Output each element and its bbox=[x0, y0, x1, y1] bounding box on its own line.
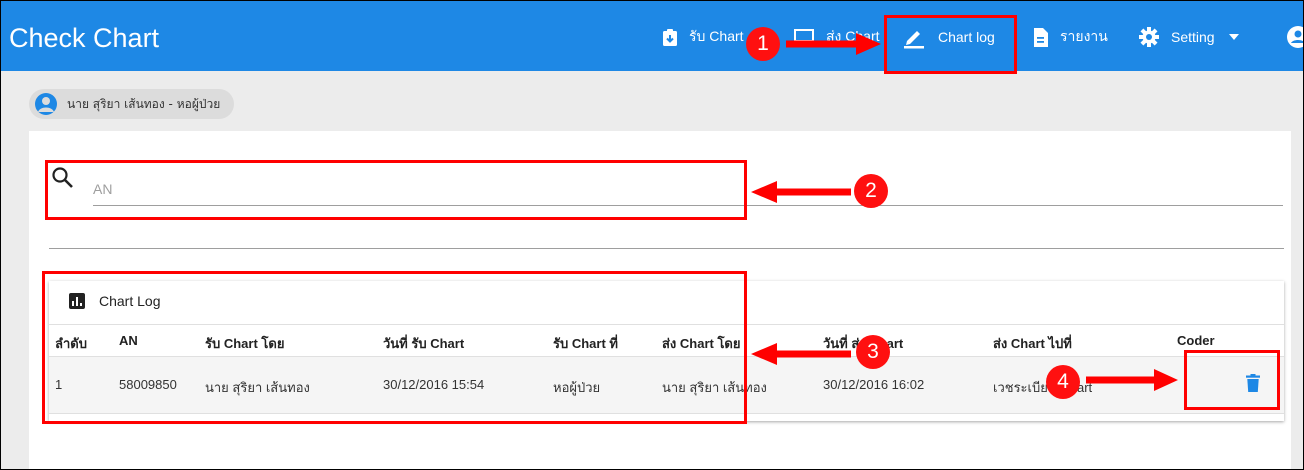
chart-log-title: Chart Log bbox=[99, 293, 161, 309]
column-header-no[interactable]: ลำดับ bbox=[55, 333, 87, 354]
nav-chart-log[interactable]: Chart log bbox=[902, 25, 995, 49]
cell-received-at: หอผู้ป่วย bbox=[553, 380, 601, 395]
cell-sent-by: นาย สุริยา เส้นทอง bbox=[662, 380, 767, 395]
annotation-badge-2: 2 bbox=[854, 174, 888, 208]
arrow-left-2 bbox=[751, 181, 851, 203]
annotation-badge-4: 4 bbox=[1046, 365, 1080, 399]
nav-account[interactable] bbox=[1287, 25, 1303, 49]
cell-received-by: นาย สุริยา เส้นทอง bbox=[205, 380, 310, 395]
header-separator bbox=[49, 324, 1284, 325]
arrow-right-1 bbox=[786, 33, 881, 55]
nav-setting[interactable]: Setting bbox=[1139, 25, 1239, 49]
search-input[interactable] bbox=[93, 173, 1283, 206]
arrow-right-4 bbox=[1086, 369, 1178, 391]
column-header-received-date[interactable]: วันที่ รับ Chart bbox=[383, 333, 464, 354]
clipboard-download-icon bbox=[663, 28, 677, 46]
nav-receive-chart[interactable]: รับ Chart bbox=[663, 25, 744, 49]
nav-receive-chart-label: รับ Chart bbox=[689, 28, 744, 44]
arrow-left-3 bbox=[751, 343, 851, 365]
pencil-icon bbox=[904, 31, 924, 49]
column-header-an[interactable]: AN bbox=[119, 333, 138, 348]
column-header-received-by[interactable]: รับ Chart โดย bbox=[205, 333, 284, 354]
nav-report[interactable]: รายงาน bbox=[1033, 25, 1108, 49]
divider bbox=[49, 248, 1284, 249]
column-header-sent-to[interactable]: ส่ง Chart ไปที่ bbox=[993, 333, 1072, 354]
gear-icon bbox=[1139, 27, 1159, 47]
bar-chart-icon bbox=[69, 293, 85, 309]
trash-icon[interactable] bbox=[1246, 374, 1260, 392]
app-window: Check Chart รับ Chart ส่ง Chart Chart lo… bbox=[0, 0, 1304, 470]
cell-an: 58009850 bbox=[119, 377, 177, 392]
cell-no: 1 bbox=[55, 377, 63, 392]
search-icon bbox=[52, 167, 73, 188]
cell-received-date: 30/12/2016 15:54 bbox=[383, 377, 485, 392]
annotation-badge-1: 1 bbox=[746, 27, 780, 61]
column-header-coder[interactable]: Coder bbox=[1177, 333, 1215, 348]
chart-log-header: Chart Log bbox=[69, 293, 160, 309]
chart-log-card: Chart Log ลำดับ AN รับ Chart โดย วันที่ … bbox=[49, 281, 1284, 421]
account-icon bbox=[1287, 26, 1303, 48]
column-header-received-at[interactable]: รับ Chart ที่ bbox=[553, 333, 618, 354]
user-avatar-icon bbox=[35, 93, 57, 115]
caret-down-icon bbox=[1228, 34, 1239, 40]
column-header-sent-by[interactable]: ส่ง Chart โดย bbox=[662, 333, 741, 354]
nav-chart-log-label: Chart log bbox=[938, 29, 995, 45]
user-chip-label: นาย สุริยา เส้นทอง - หอผู้ป่วย bbox=[67, 96, 221, 111]
cell-sent-date: 30/12/2016 16:02 bbox=[823, 377, 925, 392]
annotation-badge-3: 3 bbox=[856, 335, 890, 369]
user-chip[interactable]: นาย สุริยา เส้นทอง - หอผู้ป่วย bbox=[29, 89, 235, 119]
app-title: Check Chart bbox=[9, 23, 160, 53]
nav-report-label: รายงาน bbox=[1060, 28, 1108, 44]
app-bar: Check Chart รับ Chart ส่ง Chart Chart lo… bbox=[1, 1, 1303, 71]
nav-setting-label: Setting bbox=[1171, 29, 1215, 45]
document-icon bbox=[1034, 27, 1048, 47]
